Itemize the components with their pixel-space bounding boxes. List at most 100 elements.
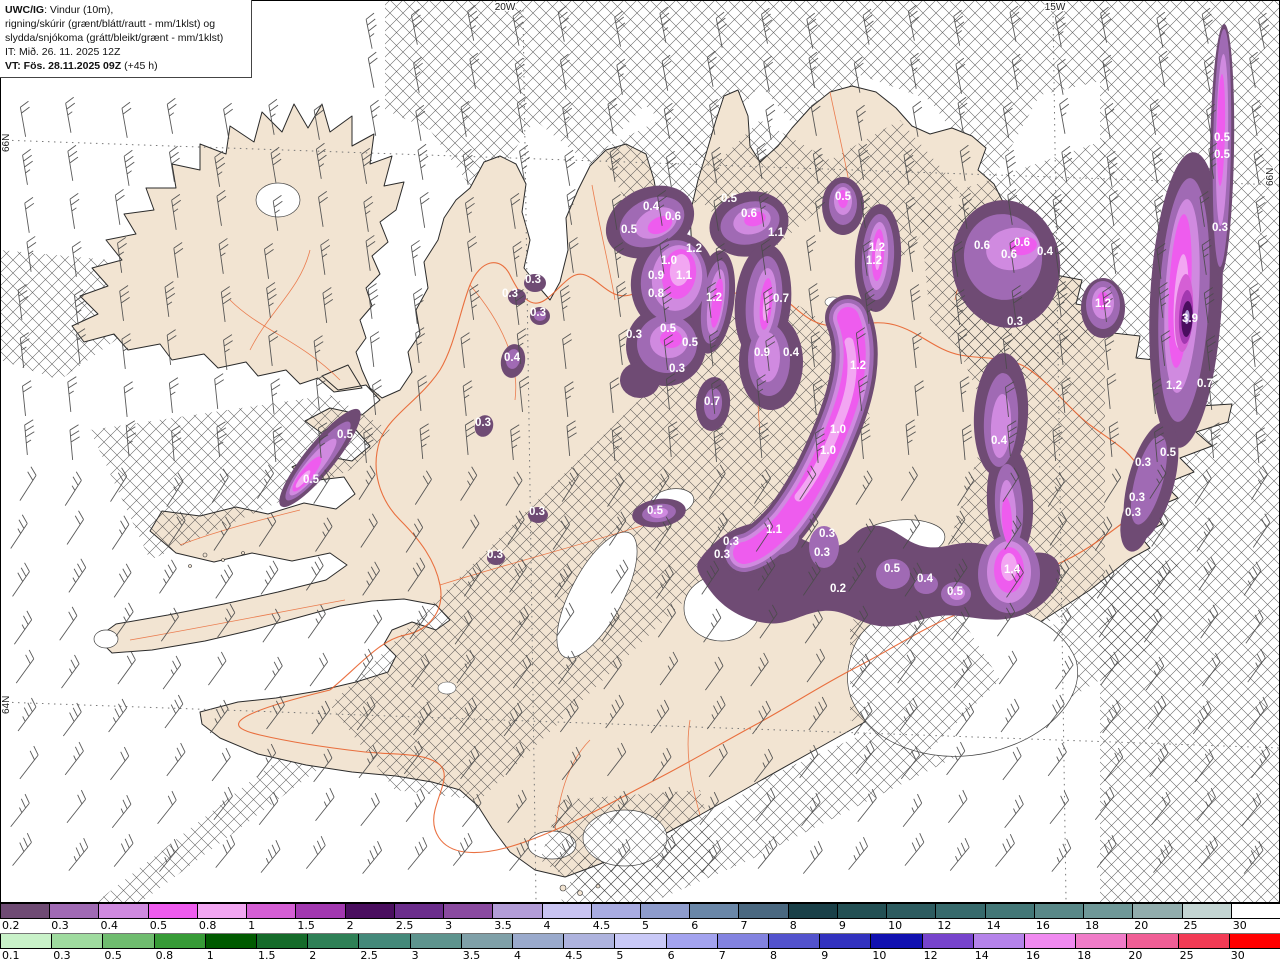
legend-tick-label: 1.5	[297, 919, 315, 932]
legend-segment	[393, 904, 444, 918]
legend-tick-label: 8	[770, 949, 777, 960]
legend-tick-label: 7	[718, 949, 726, 960]
legend-tick-label: 0.2	[2, 919, 20, 932]
legend-segment	[738, 904, 788, 918]
legend-segment	[921, 934, 973, 948]
legend-segment	[344, 904, 394, 918]
precip-value-label: 0.5	[884, 563, 901, 575]
legend-segment	[409, 934, 461, 948]
legend-tick-label: 4.5	[565, 949, 583, 960]
legend-segment	[307, 934, 359, 948]
precip-value-label: 0.3	[502, 288, 518, 300]
precip-value-label: 0.3	[529, 506, 545, 518]
graticule-label: 15W	[1045, 2, 1066, 13]
legend-segment	[153, 934, 205, 948]
legend-tick-label: 20	[1134, 919, 1149, 932]
legend-segment	[614, 934, 666, 948]
legend-segment	[1075, 934, 1127, 948]
precip-value-label: 1.2	[866, 255, 882, 267]
precip-value-label: 0.3	[814, 547, 830, 559]
precip-value-label: 0.3	[626, 329, 642, 341]
legend-segment	[1126, 934, 1178, 948]
legend-tick-label: 2.5	[360, 949, 378, 960]
legend-tick-label: 14	[986, 919, 1001, 932]
precip-value-label: 0.2	[830, 583, 846, 595]
precip-value-label: 3.9	[1182, 313, 1198, 325]
legend-tick-label: 8	[789, 919, 797, 932]
legend-tick-label: 2	[346, 919, 354, 932]
legend-segment	[1024, 934, 1076, 948]
precip-value-label: 0.6	[974, 240, 990, 252]
legend-segment	[768, 934, 820, 948]
precip-value-label: 0.3	[819, 528, 835, 540]
precip-value-label: 0.5	[721, 193, 738, 205]
legend-segment	[870, 934, 922, 948]
precip-value-label: 0.3	[525, 274, 541, 286]
legend-segment	[563, 934, 615, 948]
legend-segment	[1230, 904, 1280, 918]
legend-tick-label: 25	[1179, 949, 1194, 960]
precip-value-label: 0.5	[1214, 132, 1231, 144]
legend-tick-label: 1.5	[258, 949, 276, 960]
precip-value-label: 0.3	[723, 536, 739, 548]
precip-value-label: 1.1	[676, 270, 693, 282]
precip-value-label: 0.7	[1197, 378, 1213, 390]
valid-time: VT: Fös. 28.11.2025 09Z (+45 h)	[5, 60, 158, 72]
legend-tick-label: 25	[1183, 919, 1198, 932]
legend-tick-label: 4.5	[592, 919, 611, 932]
precip-value-label: 0.3	[530, 307, 546, 319]
precip-value-label: 0.3	[1129, 492, 1145, 504]
title-line-parameters: UWC/IG: Vindur (10m),	[5, 4, 114, 16]
precip-value-label: 0.5	[835, 191, 852, 203]
legend-bar-rain	[0, 933, 1280, 949]
precip-value-label: 0.4	[917, 573, 934, 585]
precip-value-label: 0.3	[475, 417, 491, 429]
legend-tick-label: 3.5	[494, 919, 512, 932]
legend-segment	[541, 904, 591, 918]
legend-segment	[984, 904, 1034, 918]
legend-tick-label: 0.8	[155, 949, 174, 960]
precip-value-label: 1.0	[830, 424, 846, 436]
legend-tick-label: 10	[872, 949, 887, 960]
legend-labels-sleet-snow: 0.2 0.3 0.4 0.5 0.8 1 1.5 2 2.5 3 3.5 4 4.5 5 6 7 8 9 10 12…	[0, 919, 1280, 932]
init-time: IT: Mið. 26. 11. 2025 12Z	[5, 46, 121, 58]
legend-segment	[1181, 904, 1231, 918]
legend-tick-label: 6	[691, 919, 699, 932]
precip-value-label: 1.0	[661, 255, 677, 267]
precip-value-label: 0.5	[647, 505, 664, 517]
legend-tick-label: 20	[1128, 949, 1143, 960]
precip-value-label: 1.2	[1095, 298, 1111, 310]
graticule-label: 20W	[495, 2, 516, 13]
legend-tick-label: 9	[838, 919, 846, 932]
legend-segment	[886, 904, 936, 918]
legend-segment	[1033, 904, 1084, 918]
legend-segment	[49, 904, 99, 918]
legend-bar-sleet-snow	[0, 903, 1280, 919]
legend-tick-label: 30	[1230, 949, 1245, 960]
title-line-rain-legend: rigning/skúrir (grænt/blátt/rautt - mm/1…	[5, 18, 216, 30]
legend-segment	[102, 934, 154, 948]
legend-segment	[1083, 904, 1133, 918]
precip-value-label: 1.0	[820, 445, 836, 457]
legend-segment	[358, 934, 410, 948]
legend-tick-label: 7	[740, 919, 748, 932]
precip-value-label: 1.2	[869, 242, 885, 254]
legend-tick-label: 0.8	[198, 919, 217, 932]
legend-segment	[51, 934, 103, 948]
legend-segment	[640, 904, 690, 918]
legend-tick-label: 0.5	[149, 919, 168, 932]
graticule-label: 66N	[1, 134, 12, 152]
legend-tick-label: 30	[1232, 919, 1247, 932]
map-canvas: 0.40.60.50.50.61.11.21.00.9 1.10.8 1.2 0.70…	[0, 0, 1280, 903]
legend-segment	[716, 934, 768, 948]
legend-tick-label: 12	[923, 949, 938, 960]
precip-value-label: 1.2	[1166, 380, 1182, 392]
graticule-label: 66N	[1265, 168, 1276, 186]
precip-value-label: 0.3	[1135, 457, 1151, 469]
legend-segment	[665, 934, 717, 948]
legend-tick-label: 4	[543, 919, 551, 932]
legend-segment	[492, 904, 542, 918]
legend-tick-label: 4	[514, 949, 521, 960]
legend-segment	[204, 934, 256, 948]
precip-value-label: 0.9	[648, 270, 664, 282]
